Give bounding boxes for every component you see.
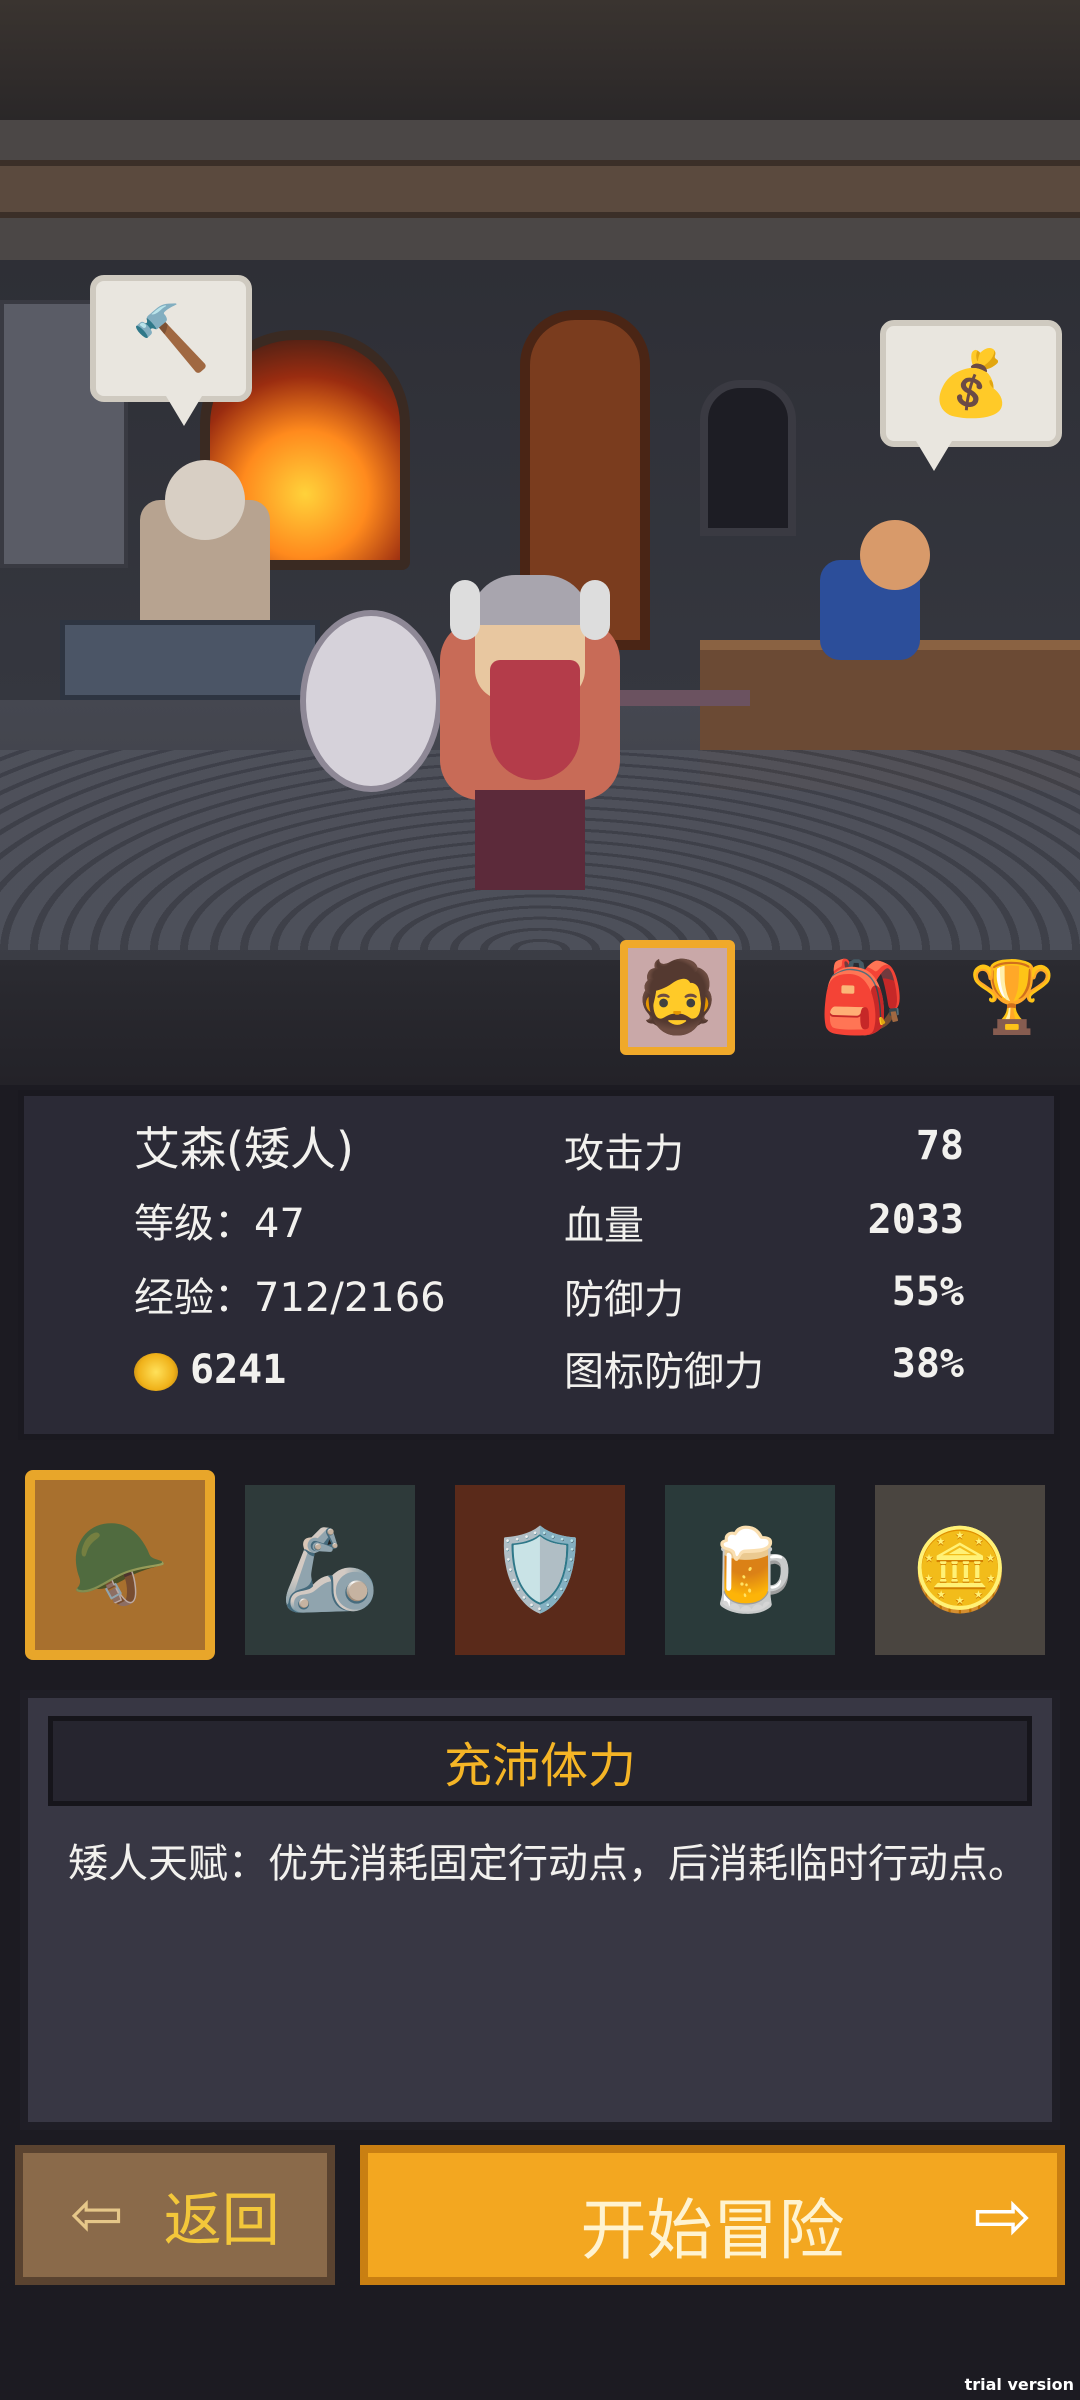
talent-description: 矮人天赋：优先消耗固定行动点，后消耗临时行动点。 [68, 1841, 1028, 1887]
hero-beard [490, 660, 580, 780]
stat-value: 78 [915, 1123, 964, 1169]
shield-icon[interactable]: 🛡️ [455, 1485, 625, 1655]
skill-row: 🪖 🦾 🛡️ 🍺 🪙 [0, 1465, 1080, 1665]
stat-value: 38% [891, 1341, 964, 1387]
hero-level: 等级：47 [134, 1201, 305, 1247]
trial-watermark: trial version [964, 2375, 1074, 2394]
back-button-label: 返回 [163, 2186, 280, 2254]
helmet-horn-left [450, 580, 480, 640]
stat-value: 55% [891, 1269, 964, 1315]
roof-beam [0, 160, 1080, 218]
stat-label: 血量 [564, 1203, 644, 1249]
stat-label: 攻击力 [564, 1131, 684, 1177]
trophy-icon[interactable]: 🏆 [955, 940, 1070, 1055]
gold-bag-icon[interactable]: 💰 [880, 320, 1062, 471]
merchant-head [860, 520, 930, 590]
talent-title: 充沛体力 [443, 1738, 636, 1794]
stats-panel: 艾森(矮人) 等级：47 经验：712/2166 6241 攻击力 78 血量 … [18, 1090, 1060, 1440]
back-button[interactable]: ⇦ 返回 [15, 2145, 335, 2285]
start-adventure-button[interactable]: 开始冒险 ⇨ [360, 2145, 1065, 2285]
enter-icon: ⇨ [973, 2175, 1032, 2257]
ale-icon[interactable]: 🍺 [665, 1485, 835, 1655]
battle-axe-icon [300, 610, 442, 792]
talent-helmet-icon[interactable]: 🪖 [25, 1470, 215, 1660]
blacksmith-head [165, 460, 245, 540]
gold-counter: 6241 [134, 1350, 286, 1391]
talent-panel: 充沛体力 矮人天赋：优先消耗固定行动点，后消耗临时行动点。 [20, 1690, 1060, 2130]
shop-scene: 🔨 💰 🧔 🎒 🏆 [0, 0, 1080, 1085]
start-button-label: 开始冒险 [580, 2192, 845, 2269]
stat-label: 图标防御力 [564, 1349, 764, 1395]
hero-portrait-icon[interactable]: 🧔 [620, 940, 735, 1055]
hero-name: 艾森(矮人) [134, 1122, 354, 1176]
hero-legs [475, 790, 585, 890]
talent-title-bar: 充沛体力 [48, 1716, 1032, 1806]
gold-coin-icon [134, 1353, 178, 1391]
helmet-horn-right [580, 580, 610, 640]
stat-value: 2033 [867, 1197, 964, 1243]
gauntlet-icon[interactable]: 🦾 [245, 1485, 415, 1655]
stat-label: 防御力 [564, 1277, 684, 1323]
anvil [60, 620, 320, 700]
gold-coins-icon[interactable]: 🪙 [875, 1485, 1045, 1655]
exit-icon: ⇦ [70, 2178, 124, 2252]
backpack-icon[interactable]: 🎒 [805, 940, 920, 1055]
arched-window [700, 380, 796, 536]
hero-exp: 经验：712/2166 [134, 1275, 446, 1321]
hammer-icon[interactable]: 🔨 [90, 275, 252, 426]
gold-value: 6241 [190, 1347, 287, 1393]
